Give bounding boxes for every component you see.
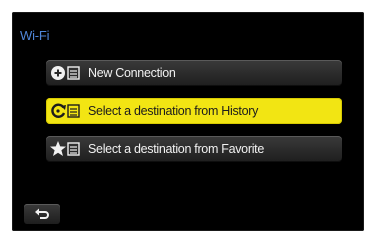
menu-item-label: Select a destination from Favorite: [88, 142, 265, 156]
menu-item-label: Select a destination from History: [88, 104, 259, 118]
menu-item-history[interactable]: Select a destination from History: [46, 98, 342, 124]
menu-item-favorite[interactable]: Select a destination from Favorite: [46, 136, 342, 162]
history-list-icon: [50, 101, 86, 121]
menu-item-new-connection[interactable]: New Connection: [46, 60, 342, 86]
camera-wifi-screen: Wi-Fi New Connection Select a destinatio…: [12, 12, 364, 231]
screen-title: Wi-Fi: [20, 28, 50, 43]
menu-item-label: New Connection: [88, 66, 176, 80]
return-arrow-icon: [35, 208, 49, 219]
star-list-icon: [50, 139, 86, 159]
plus-circle-list-icon: [50, 63, 86, 83]
back-button[interactable]: [24, 204, 60, 224]
